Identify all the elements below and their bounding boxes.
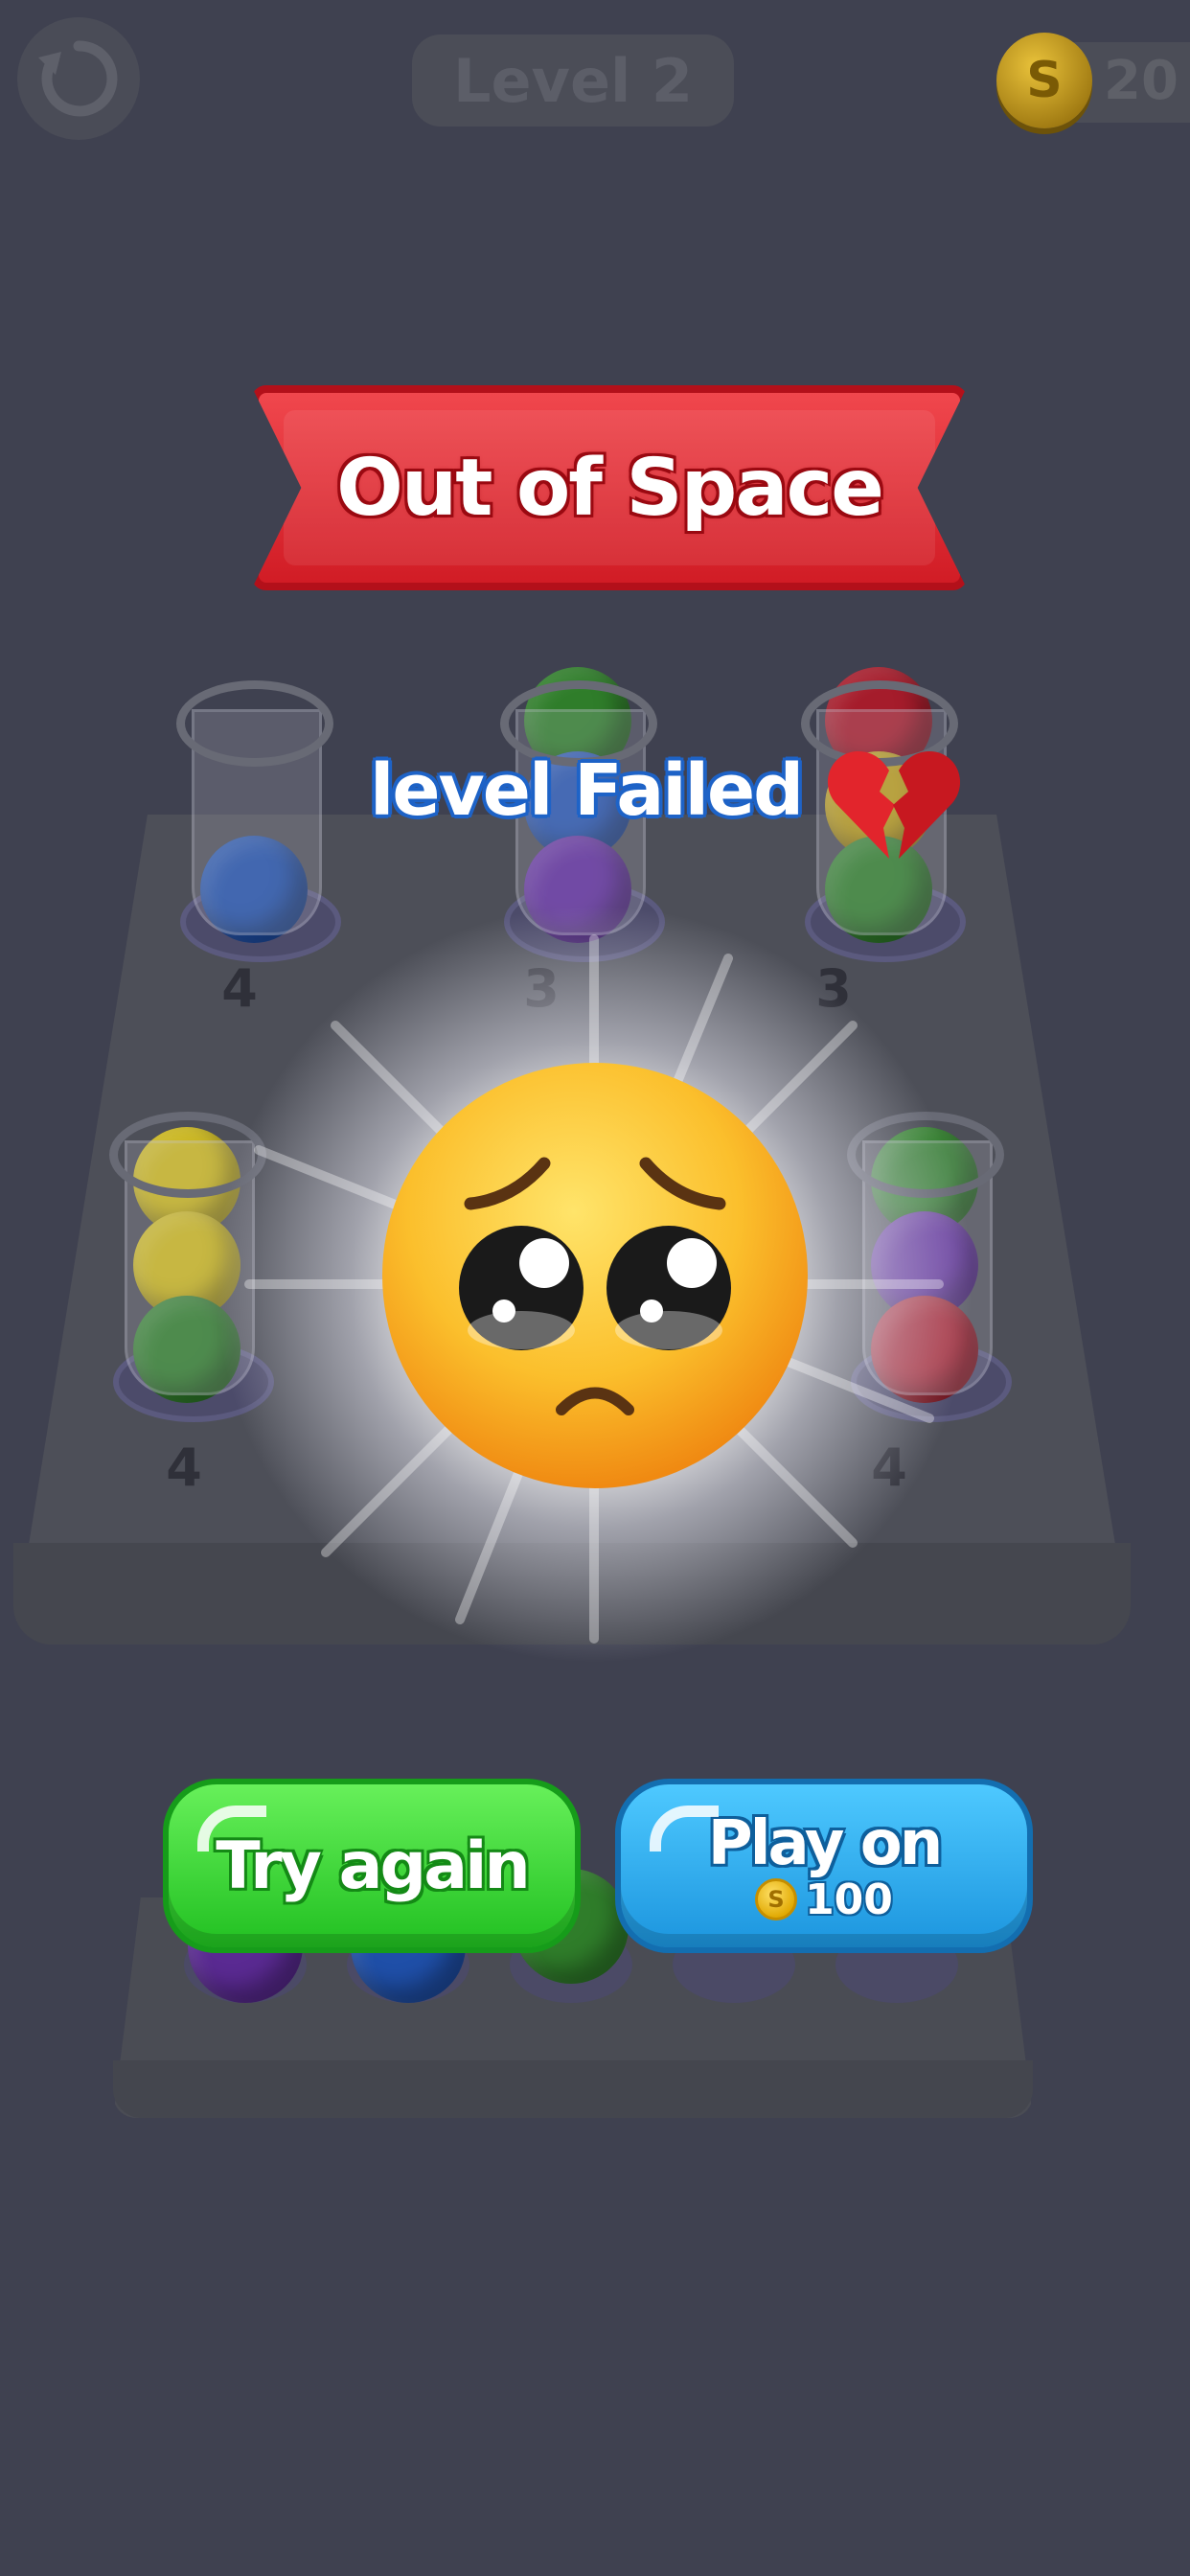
play-on-label: Play on <box>707 1807 944 1879</box>
button-shine <box>197 1806 266 1852</box>
play-on-cost: S 100 <box>755 1875 893 1924</box>
ball-tray-edge <box>113 2060 1033 2118</box>
level-indicator: Level 2 <box>412 34 734 126</box>
level-label: Level 2 <box>453 45 693 116</box>
coin-icon: S <box>996 33 1092 128</box>
level-failed-text: level Failed <box>370 749 804 832</box>
broken-heart-icon <box>827 751 960 859</box>
pleading-face-icon <box>382 1063 808 1488</box>
level-failed-label: level Failed <box>370 749 804 832</box>
button-shine <box>650 1806 719 1852</box>
restart-icon <box>38 40 118 117</box>
banner-title: Out of Space <box>336 442 884 534</box>
coin-icon: S <box>755 1878 798 1920</box>
tube-rim <box>176 680 333 767</box>
coin-counter: S 20 <box>996 33 1190 132</box>
play-on-button[interactable]: Play on S 100 <box>615 1779 1033 1953</box>
play-on-cost-value: 100 <box>805 1874 893 1924</box>
try-again-button[interactable]: Try again <box>163 1779 581 1953</box>
restart-button[interactable] <box>17 17 140 140</box>
out-of-space-banner: Out of Space <box>251 385 968 590</box>
coin-count: 20 <box>1104 50 1179 112</box>
